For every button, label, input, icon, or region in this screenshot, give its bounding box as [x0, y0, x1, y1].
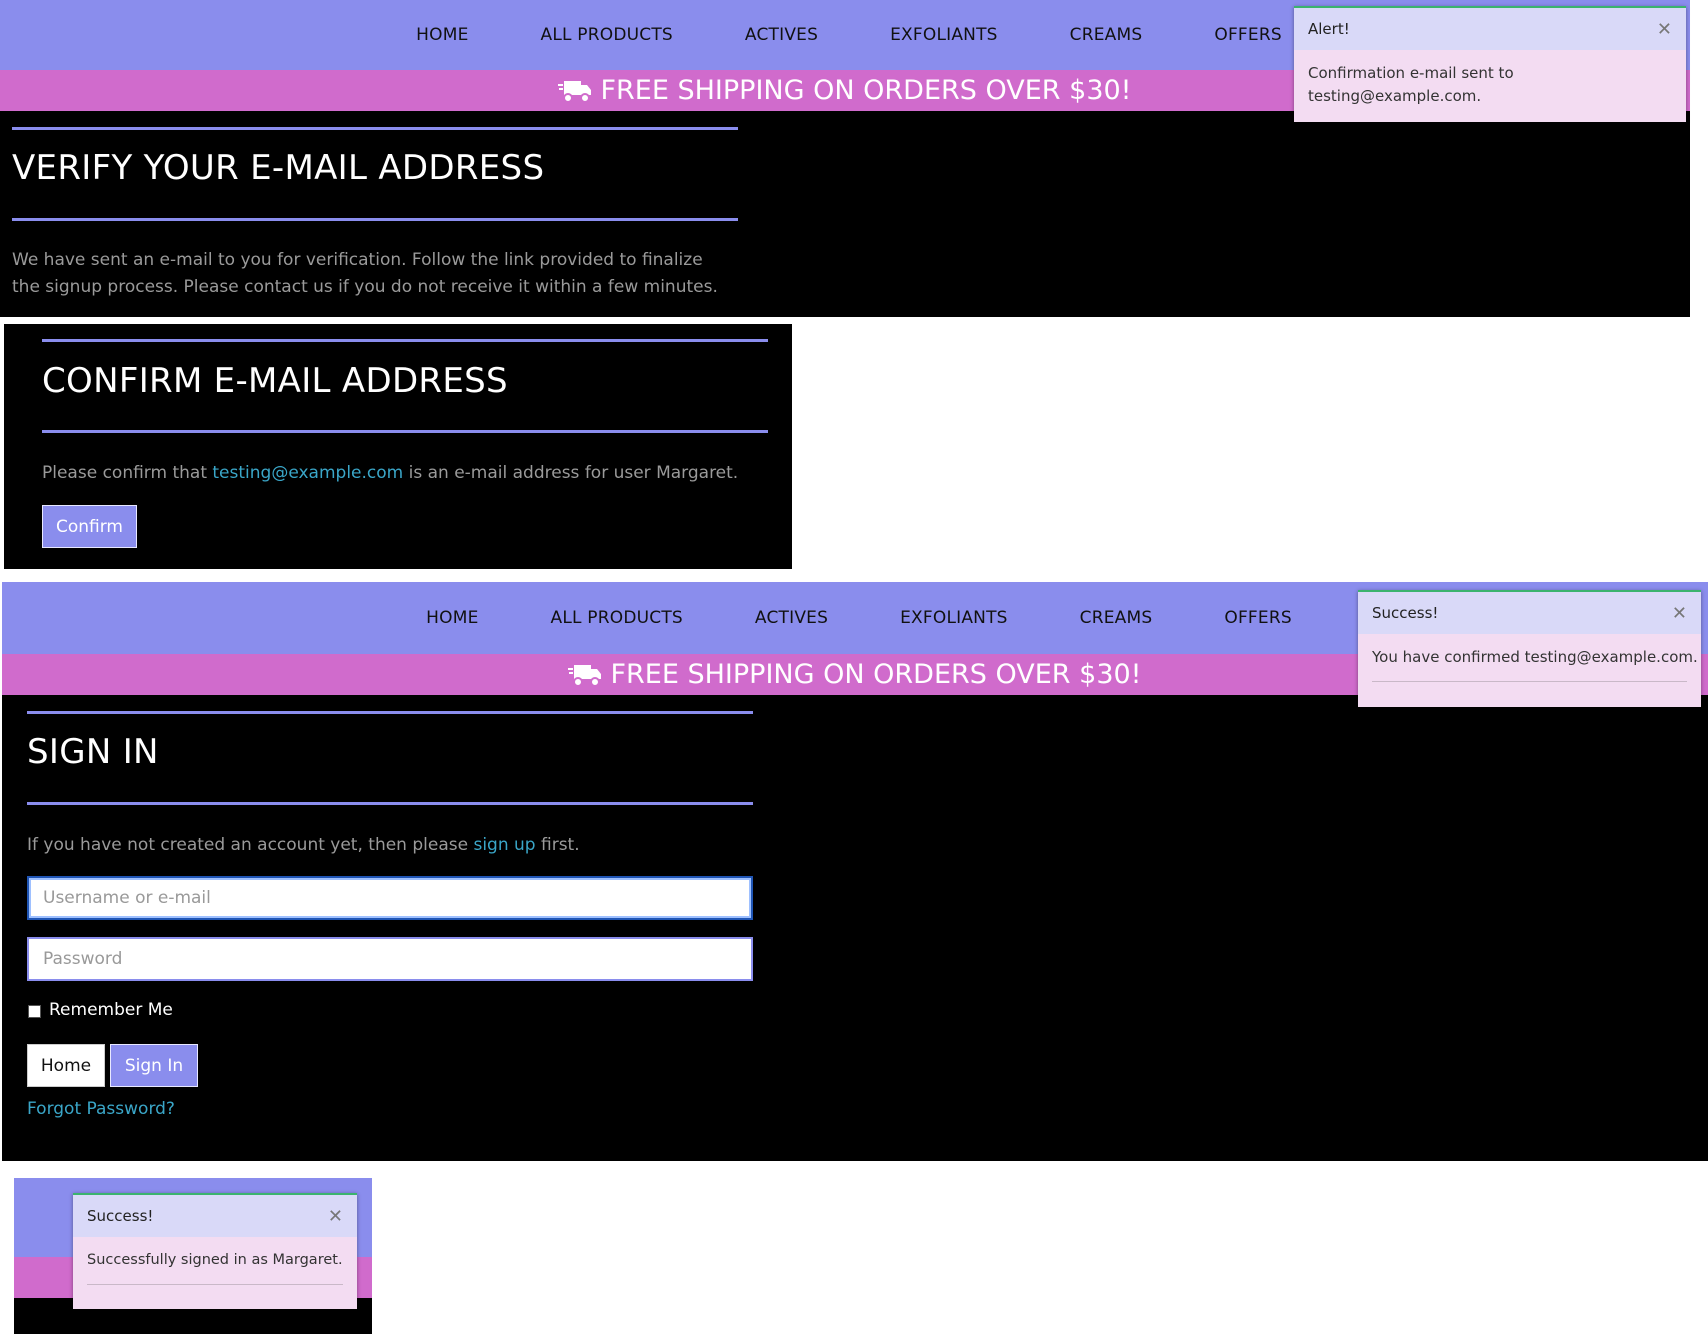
nav-home[interactable]: HOME — [416, 25, 468, 45]
close-icon[interactable]: ✕ — [1657, 19, 1672, 40]
confirm-suffix: is an e-mail address for user Margaret. — [408, 463, 739, 483]
close-icon[interactable]: ✕ — [1672, 603, 1687, 624]
toast-message: You have confirmed testing@example.com. — [1372, 648, 1698, 666]
nav-exfoliants[interactable]: EXFOLIANTS — [900, 608, 1008, 628]
nav-exfoliants[interactable]: EXFOLIANTS — [890, 25, 998, 45]
page-title: VERIFY YOUR E-MAIL ADDRESS — [12, 148, 545, 188]
confirm-prefix: Please confirm that — [42, 463, 207, 483]
toast-header: Alert! ✕ — [1294, 6, 1686, 50]
success-toast: Success! ✕ You have confirmed testing@ex… — [1358, 590, 1701, 707]
username-placeholder: Username or e-mail — [43, 888, 211, 908]
free-shipping-text: FREE SHIPPING ON ORDERS OVER $30! — [610, 659, 1142, 690]
signin-prefix: If you have not created an account yet, … — [27, 835, 469, 855]
toast-message: Confirmation e-mail sent to testing@exam… — [1308, 64, 1514, 105]
nav-offers[interactable]: OFFERS — [1224, 608, 1291, 628]
alert-toast: Alert! ✕ Confirmation e-mail sent to tes… — [1294, 6, 1686, 122]
toast-header: Success! ✕ — [73, 1193, 357, 1237]
nav-home[interactable]: HOME — [426, 608, 478, 628]
nav-offers[interactable]: OFFERS — [1214, 25, 1281, 45]
forgot-password-link[interactable]: Forgot Password? — [27, 1099, 175, 1119]
toast-message: Successfully signed in as Margaret. — [87, 1252, 343, 1268]
nav-all-products[interactable]: ALL PRODUCTS — [551, 608, 683, 628]
truck-icon — [568, 664, 602, 687]
divider — [12, 127, 738, 130]
divider — [27, 802, 753, 805]
confirm-email-panel: CONFIRM E-MAIL ADDRESS Please confirm th… — [4, 324, 792, 569]
confirm-button[interactable]: Confirm — [42, 505, 137, 548]
signin-message: If you have not created an account yet, … — [27, 832, 580, 859]
home-button[interactable]: Home — [27, 1044, 105, 1087]
remember-me-label: Remember Me — [49, 1000, 173, 1020]
divider — [42, 430, 768, 433]
divider — [42, 339, 768, 342]
divider — [87, 1284, 343, 1285]
confirm-message: Please confirm that testing@example.com … — [42, 460, 782, 487]
signin-button[interactable]: Sign In — [110, 1044, 198, 1087]
signup-link[interactable]: sign up — [473, 835, 535, 855]
signin-suffix: first. — [541, 835, 580, 855]
page-title: SIGN IN — [27, 732, 159, 772]
nav-creams[interactable]: CREAMS — [1070, 25, 1143, 45]
divider — [12, 218, 738, 221]
toast-title: Alert! — [1308, 20, 1350, 38]
remember-me-checkbox[interactable] — [28, 1005, 41, 1018]
nav-actives[interactable]: ACTIVES — [755, 608, 828, 628]
divider — [27, 711, 753, 714]
signed-in-toast: Success! ✕ Successfully signed in as Mar… — [73, 1193, 357, 1309]
truck-icon — [558, 80, 592, 103]
toast-header: Success! ✕ — [1358, 590, 1701, 634]
verify-message: We have sent an e-mail to you for verifi… — [12, 250, 718, 297]
nav-actives[interactable]: ACTIVES — [745, 25, 818, 45]
nav-all-products[interactable]: ALL PRODUCTS — [541, 25, 673, 45]
confirm-email-link[interactable]: testing@example.com — [212, 463, 403, 483]
nav-creams[interactable]: CREAMS — [1080, 608, 1153, 628]
toast-title: Success! — [87, 1207, 154, 1225]
free-shipping-text: FREE SHIPPING ON ORDERS OVER $30! — [600, 75, 1132, 106]
password-placeholder: Password — [43, 949, 123, 969]
page-title: CONFIRM E-MAIL ADDRESS — [42, 361, 508, 401]
username-input[interactable]: Username or e-mail — [27, 876, 753, 920]
toast-title: Success! — [1372, 604, 1439, 622]
password-input[interactable]: Password — [27, 937, 753, 981]
divider — [1372, 681, 1687, 682]
close-icon[interactable]: ✕ — [328, 1206, 343, 1227]
